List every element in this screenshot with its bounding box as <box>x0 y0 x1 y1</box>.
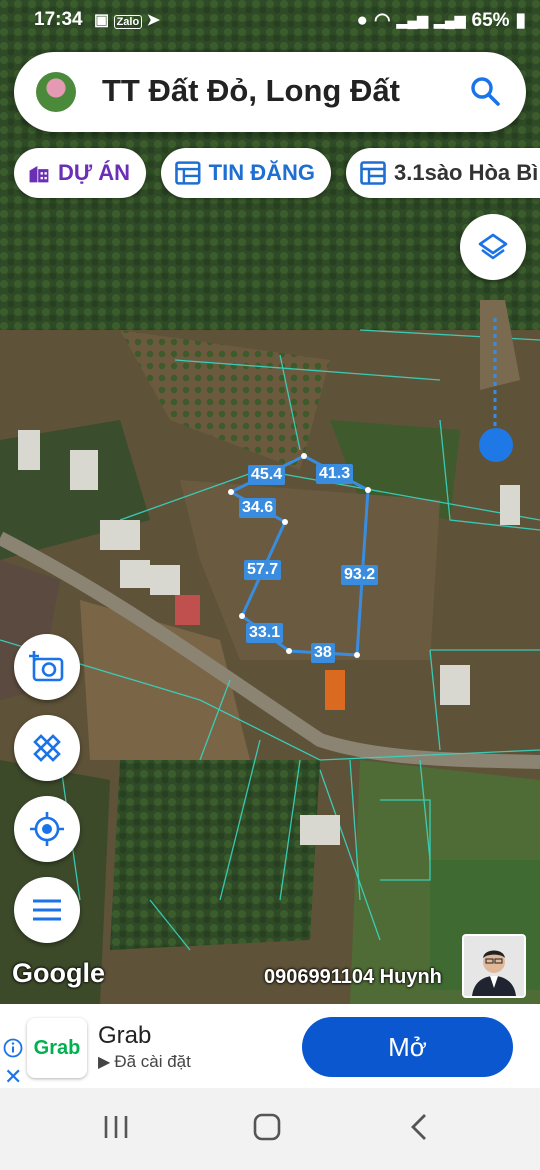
edge-length-label: 45.4 <box>248 465 286 485</box>
camera-add-icon <box>29 651 64 682</box>
info-icon[interactable] <box>3 1038 23 1058</box>
search-bar[interactable]: TT Đất Đỏ, Long Đất <box>14 52 526 132</box>
chip-listing[interactable]: 3.1sào Hòa Bì <box>346 148 540 198</box>
edge-length-label: 93.2 <box>341 565 379 585</box>
zalo-icon: Zalo <box>113 15 143 29</box>
signal-icon: ▂▄▆ <box>434 12 466 28</box>
listing-icon <box>360 161 386 185</box>
map-layers-button[interactable] <box>460 214 526 280</box>
agent-avatar[interactable] <box>462 934 526 998</box>
send-icon: ➤ <box>146 12 161 29</box>
lotus-avatar-icon[interactable] <box>36 72 76 112</box>
crosshair-icon <box>30 812 64 846</box>
layers-icon <box>478 233 508 260</box>
camera-button[interactable] <box>14 634 80 700</box>
building-icon <box>29 165 49 183</box>
contact-phone[interactable]: 0906991104 Huynh <box>264 966 442 989</box>
close-icon[interactable]: ✕ <box>4 1064 22 1090</box>
person-photo-icon <box>464 936 524 996</box>
battery-icon: ▮ <box>515 10 526 31</box>
grab-logo: Grab <box>27 1018 87 1078</box>
battery-text: 65% <box>471 9 510 31</box>
hamburger-icon <box>33 899 61 921</box>
status-bar: 17:34 ▣ Zalo ➤ ● ◠ ▂▄▆ ▂▄▆ 65% ▮ <box>0 0 540 40</box>
edge-length-label: 34.6 <box>239 498 277 518</box>
open-app-button[interactable]: Mở <box>302 1017 513 1077</box>
edge-length-label: 57.7 <box>244 560 282 580</box>
back-icon[interactable] <box>408 1112 430 1142</box>
chip-label: 3.1sào Hòa Bì <box>394 160 539 185</box>
edge-length-label: 33.1 <box>246 623 284 643</box>
notification-icons: ▣ Zalo ➤ <box>94 10 160 30</box>
listing-icon <box>175 161 201 185</box>
chip-label: TIN ĐĂNG <box>208 160 315 185</box>
signal-icon: ▂▄▆ <box>396 12 429 28</box>
menu-button[interactable] <box>14 877 80 943</box>
wifi-icon: ◠ <box>374 10 391 31</box>
status-time: 17:34 <box>34 9 83 30</box>
system-nav-bar <box>0 1088 540 1170</box>
recent-apps-icon[interactable] <box>102 1112 130 1142</box>
filter-chips: DỰ ÁN TIN ĐĂNG 3.1sào Hòa Bì <box>14 148 540 198</box>
location-icon: ● <box>356 9 368 31</box>
ad-status-text: Đã cài đặt <box>114 1052 191 1071</box>
google-attribution: Google <box>12 958 105 988</box>
status-right: ● ◠ ▂▄▆ ▂▄▆ 65% ▮ <box>357 9 526 32</box>
search-icon[interactable] <box>468 74 502 108</box>
ad-app-name: Grab <box>98 1022 152 1049</box>
edge-length-label: 38 <box>311 643 335 663</box>
chip-du-an[interactable]: DỰ ÁN <box>14 148 146 198</box>
play-store-icon: ▶ <box>98 1054 111 1071</box>
ad-install-status: ▶ Đã cài đặt <box>98 1052 191 1072</box>
logo-text: Grab <box>33 1036 81 1059</box>
home-icon[interactable] <box>252 1112 282 1142</box>
ruler-pencil-icon <box>33 734 61 762</box>
my-location-button[interactable] <box>14 796 80 862</box>
measure-button[interactable] <box>14 715 80 781</box>
image-icon: ▣ <box>94 12 110 29</box>
ad-banner[interactable]: ✕ Grab Grab ▶ Đã cài đặt Mở <box>0 1004 540 1090</box>
search-title[interactable]: TT Đất Đỏ, Long Đất <box>102 73 400 109</box>
chip-label: DỰ ÁN <box>57 160 130 185</box>
edge-length-label: 41.3 <box>316 464 354 484</box>
chip-tin-dang[interactable]: TIN ĐĂNG <box>161 148 331 198</box>
